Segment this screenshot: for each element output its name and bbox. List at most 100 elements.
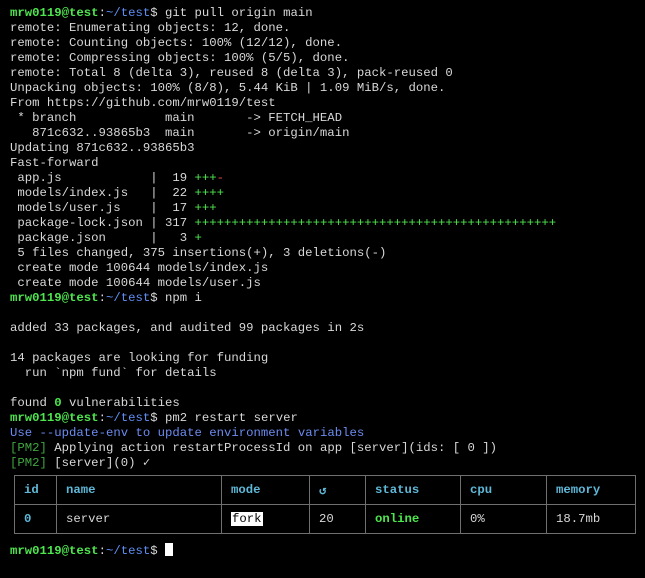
vulnerability-count: 0: [54, 396, 62, 410]
cell-id: 0: [14, 504, 57, 534]
prompt-colon: :: [98, 544, 106, 558]
diffstat-row: models/user.js | 17 +++: [10, 201, 645, 216]
output-line: remote: Enumerating objects: 12, done.: [10, 21, 291, 35]
diffstat-separator: |: [142, 171, 165, 185]
diffstat-separator: |: [142, 231, 165, 245]
diffstat-plus: +++: [194, 201, 217, 215]
output-line: 871c632..93865b3 main -> origin/main: [10, 126, 350, 140]
text-cursor[interactable]: [165, 543, 174, 556]
diffstat-file: models/index.js: [10, 186, 143, 200]
command-pm2-restart: pm2 restart server: [165, 411, 298, 425]
diffstat-separator: |: [142, 186, 165, 200]
prompt-line-3: mrw0119@test:~/test$ pm2 restart server: [10, 411, 645, 426]
diffstat-row: app.js | 19 +++-: [10, 171, 645, 186]
prompt-dollar: $: [150, 291, 158, 305]
header-id: id: [14, 475, 57, 505]
pm2-hint-line: Use --update-env to update environment v…: [10, 426, 645, 441]
diffstat-count: 22: [164, 186, 195, 200]
diffstat-file: models/user.js: [10, 201, 143, 215]
diffstat-count: 17: [164, 201, 195, 215]
cell-memory: 18.7mb: [546, 504, 636, 534]
prompt-dollar: $: [150, 6, 158, 20]
prompt-path: ~/test: [105, 544, 151, 558]
diffstat-row: package.json | 3 +: [10, 231, 645, 246]
diffstat-plus: ++++: [194, 186, 225, 200]
vulnerabilities-line: found 0 vulnerabilities: [10, 396, 645, 411]
prompt-colon: :: [98, 291, 106, 305]
diffstat-count: 317: [164, 216, 195, 230]
pm2-process-table: id name mode ↺ status cpu memory 0 serve…: [14, 475, 636, 534]
diffstat-count: 3: [164, 231, 195, 245]
output-line: create mode 100644 models/index.js: [10, 261, 269, 275]
cell-status: online: [365, 504, 461, 534]
prompt-colon: :: [98, 6, 106, 20]
mode-selection-highlight: fork: [231, 512, 263, 526]
output-line: * branch main -> FETCH_HEAD: [10, 111, 343, 125]
command-git-pull: git pull origin main: [165, 6, 313, 20]
diffstat-plus: +++: [194, 171, 217, 185]
prompt-dollar: $: [150, 411, 158, 425]
diffstat-separator: |: [142, 201, 165, 215]
diffstat-plus: +: [194, 231, 202, 245]
diffstat-file: app.js: [10, 171, 143, 185]
output-line: Fast-forward: [10, 156, 99, 170]
prompt-dollar: $: [150, 544, 158, 558]
header-restart-icon: ↺: [309, 475, 366, 505]
output-line: added 33 packages, and audited 99 packag…: [10, 321, 365, 335]
command-npm-install: npm i: [165, 291, 202, 305]
pm2-message: [server](0) ✓: [46, 456, 151, 470]
header-mode: mode: [221, 475, 310, 505]
found-suffix: vulnerabilities: [61, 396, 180, 410]
terminal[interactable]: mrw0119@test:~/test$ git pull origin mai…: [0, 0, 645, 558]
cell-cpu: 0%: [460, 504, 547, 534]
hint-flag: --update-env: [39, 426, 129, 440]
output-line: Updating 871c632..93865b3: [10, 141, 195, 155]
output-line: create mode 100644 models/user.js: [10, 276, 261, 290]
diffstat-separator: |: [142, 216, 165, 230]
diffstat-plus: ++++++++++++++++++++++++++++++++++++++++…: [194, 216, 557, 230]
prompt-line-current[interactable]: mrw0119@test:~/test$: [10, 543, 645, 558]
header-status: status: [365, 475, 461, 505]
header-memory: memory: [546, 475, 636, 505]
pm2-log-line: [PM2] [server](0) ✓: [10, 456, 645, 471]
output-line: Unpacking objects: 100% (8/8), 5.44 KiB …: [10, 81, 446, 95]
pm2-tag: [PM2]: [10, 456, 47, 470]
header-name: name: [56, 475, 222, 505]
diffstat-minus: -: [216, 171, 225, 185]
output-line: run `npm fund` for details: [10, 366, 217, 380]
header-cpu: cpu: [460, 475, 547, 505]
hint-prefix: Use: [10, 426, 40, 440]
diffstat-row: package-lock.json | 317 ++++++++++++++++…: [10, 216, 645, 231]
output-line: remote: Total 8 (delta 3), reused 8 (del…: [10, 66, 453, 80]
diffstat-row: models/index.js | 22 ++++: [10, 186, 645, 201]
diffstat-count: 19: [164, 171, 195, 185]
diffstat-file: package.json: [10, 231, 143, 245]
prompt-line-2: mrw0119@test:~/test$ npm i: [10, 291, 645, 306]
output-line: remote: Compressing objects: 100% (5/5),…: [10, 51, 350, 65]
prompt-colon: :: [98, 411, 106, 425]
prompt-path: ~/test: [105, 291, 151, 305]
prompt-user-host: mrw0119@test: [10, 291, 99, 305]
pm2-tag: [PM2]: [10, 441, 47, 455]
output-line: 14 packages are looking for funding: [10, 351, 269, 365]
table-row: 0 server fork 20 online 0% 18.7mb: [14, 504, 636, 534]
prompt-line-1: mrw0119@test:~/test$ git pull origin mai…: [10, 6, 645, 21]
hint-suffix: to update environment variables: [128, 426, 365, 440]
prompt-user-host: mrw0119@test: [10, 544, 99, 558]
prompt-path: ~/test: [105, 6, 151, 20]
pm2-message: Applying action restartProcessId on app …: [46, 441, 498, 455]
table-header-row: id name mode ↺ status cpu memory: [14, 475, 636, 505]
cell-restart: 20: [309, 504, 366, 534]
found-prefix: found: [10, 396, 55, 410]
pm2-log-line: [PM2] Applying action restartProcessId o…: [10, 441, 645, 456]
output-line: From https://github.com/mrw0119/test: [10, 96, 276, 110]
output-line: 5 files changed, 375 insertions(+), 3 de…: [10, 246, 387, 260]
diffstat-file: package-lock.json: [10, 216, 143, 230]
prompt-path: ~/test: [105, 411, 151, 425]
prompt-user-host: mrw0119@test: [10, 411, 99, 425]
prompt-user-host: mrw0119@test: [10, 6, 99, 20]
cell-name: server: [56, 504, 222, 534]
